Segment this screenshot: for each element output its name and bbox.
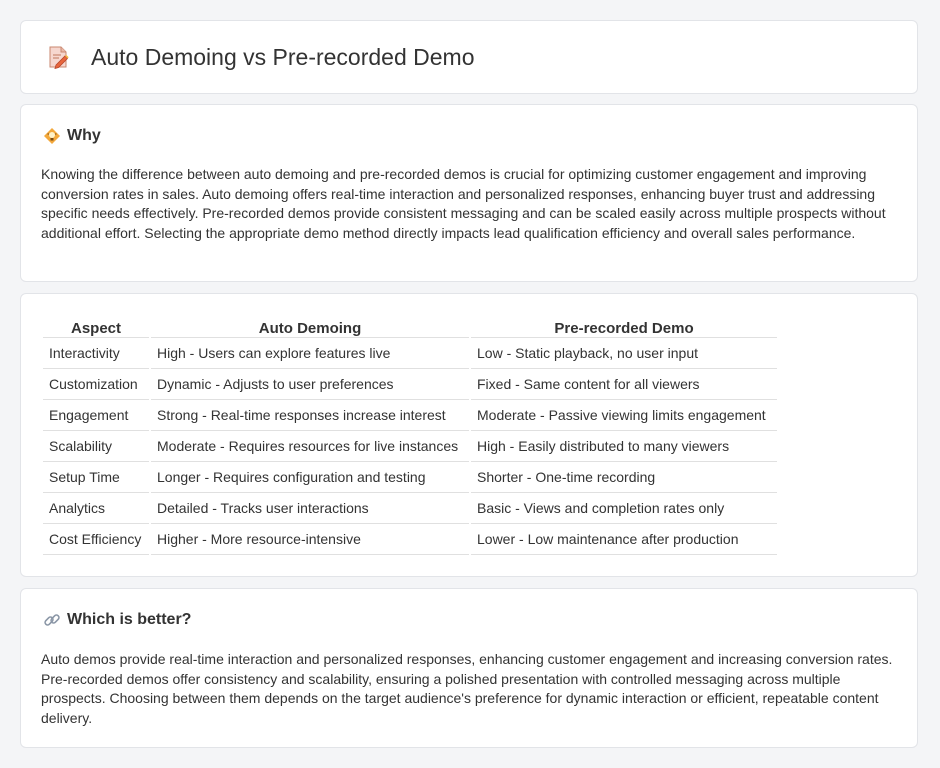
auto-demoing-cell: Longer - Requires configuration and test… <box>151 462 469 493</box>
column-header-pre-recorded-demo: Pre-recorded Demo <box>554 320 694 337</box>
lightbulb-icon <box>43 127 61 145</box>
pre-recorded-cell: High - Easily distributed to many viewer… <box>471 431 777 462</box>
why-header: Why <box>43 127 101 145</box>
auto-demoing-cell: Dynamic - Adjusts to user preferences <box>151 369 469 400</box>
auto-demoing-cell: Strong - Real-time responses increase in… <box>151 400 469 431</box>
auto-demoing-cell: Detailed - Tracks user interactions <box>151 493 469 524</box>
why-heading: Why <box>67 127 101 144</box>
column-header-aspect: Aspect <box>70 320 122 337</box>
aspect-cell: Setup Time <box>43 462 149 493</box>
aspect-cell: Customization <box>43 369 149 400</box>
comparison-table: Aspect Auto Demoing Pre-recorded Demo In… <box>41 315 779 555</box>
table-row: Cost Efficiency Higher - More resource-i… <box>43 524 777 555</box>
pre-recorded-cell: Fixed - Same content for all viewers <box>471 369 777 400</box>
table-row: Interactivity High - Users can explore f… <box>43 337 777 369</box>
pre-recorded-cell: Lower - Low maintenance after production <box>471 524 777 555</box>
why-text: Knowing the difference between auto demo… <box>41 166 886 241</box>
pre-recorded-cell: Basic - Views and completion rates only <box>471 493 777 524</box>
aspect-cell: Scalability <box>43 431 149 462</box>
which-is-better-card: Which is better? Auto demos provide real… <box>20 588 918 748</box>
document-pencil-icon <box>47 45 69 70</box>
page-title: Auto Demoing vs Pre-recorded Demo <box>91 43 475 70</box>
link-icon <box>43 611 61 629</box>
table-row: Setup Time Longer - Requires configurati… <box>43 462 777 493</box>
table-row: Scalability Moderate - Requires resource… <box>43 431 777 462</box>
table-row: Engagement Strong - Real-time responses … <box>43 400 777 431</box>
auto-demoing-cell: High - Users can explore features live <box>151 337 469 369</box>
aspect-cell: Analytics <box>43 493 149 524</box>
why-card: Why Knowing the difference between auto … <box>20 104 918 282</box>
table-row: Customization Dynamic - Adjusts to user … <box>43 369 777 400</box>
better-text: Auto demos provide real-time interaction… <box>41 651 893 726</box>
pre-recorded-cell: Low - Static playback, no user input <box>471 337 777 369</box>
better-header: Which is better? <box>43 611 191 629</box>
table-row: Analytics Detailed - Tracks user interac… <box>43 493 777 524</box>
pre-recorded-cell: Shorter - One-time recording <box>471 462 777 493</box>
aspect-cell: Engagement <box>43 400 149 431</box>
auto-demoing-cell: Moderate - Requires resources for live i… <box>151 431 469 462</box>
column-header-auto-demoing: Auto Demoing <box>258 320 362 337</box>
title-card: Auto Demoing vs Pre-recorded Demo <box>20 20 918 94</box>
table-header-row: Aspect Auto Demoing Pre-recorded Demo <box>43 315 777 337</box>
better-heading: Which is better? <box>67 611 192 628</box>
pre-recorded-cell: Moderate - Passive viewing limits engage… <box>471 400 777 431</box>
auto-demoing-cell: Higher - More resource-intensive <box>151 524 469 555</box>
comparison-card: Aspect Auto Demoing Pre-recorded Demo In… <box>20 293 918 577</box>
aspect-cell: Cost Efficiency <box>43 524 149 555</box>
aspect-cell: Interactivity <box>43 337 149 369</box>
